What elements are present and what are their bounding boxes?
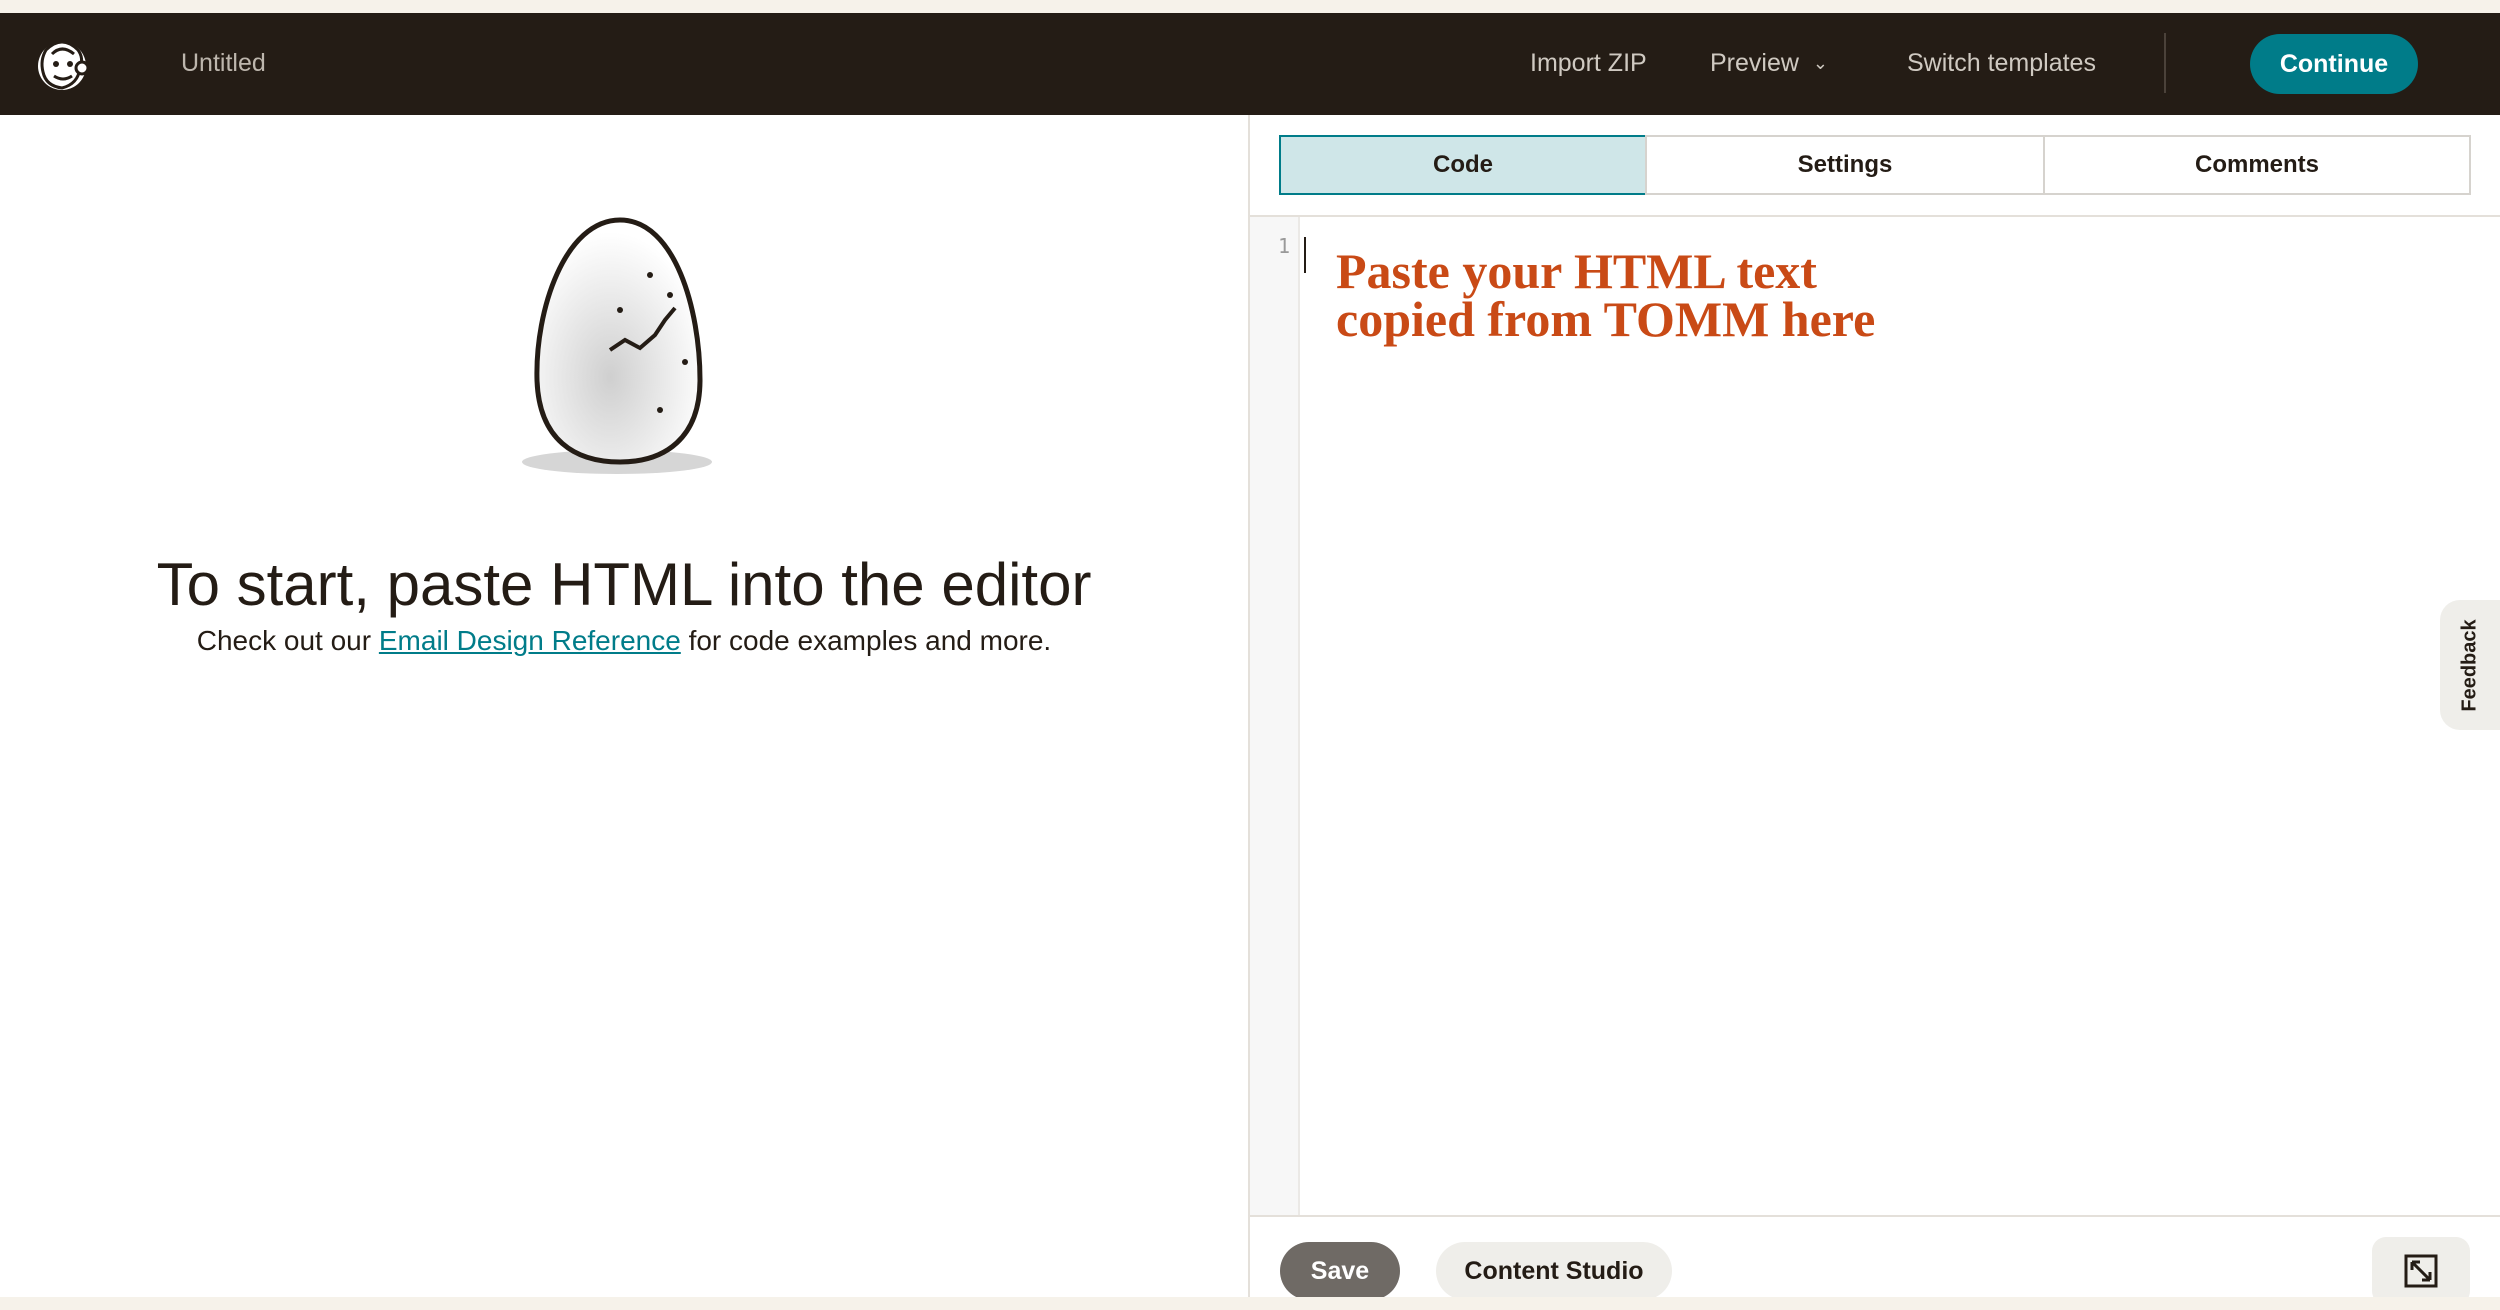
top-band bbox=[0, 0, 2500, 13]
app-header: Untitled Import ZIP Preview ⌄ Switch temp… bbox=[0, 13, 2500, 115]
header-divider bbox=[2164, 33, 2166, 93]
tabs-divider bbox=[1250, 215, 2500, 217]
editor-pane: Code Settings Comments 1 Paste your HTML… bbox=[1250, 115, 2500, 1305]
subtext-suffix: for code examples and more. bbox=[680, 625, 1052, 656]
feedback-label: Feedback bbox=[2458, 618, 2481, 712]
egg-illustration bbox=[522, 217, 712, 474]
text-cursor bbox=[1304, 237, 1306, 273]
empty-state-subtext: Check out our Email Design Reference for… bbox=[0, 625, 1248, 657]
feedback-tab[interactable]: Feedback bbox=[2440, 600, 2500, 730]
switch-templates-link[interactable]: Switch templates bbox=[1907, 49, 2096, 78]
footer-divider bbox=[1250, 1215, 2500, 1217]
continue-button[interactable]: Continue bbox=[2250, 34, 2418, 94]
bottom-strip bbox=[0, 1297, 2500, 1310]
tab-settings[interactable]: Settings bbox=[1645, 135, 2045, 195]
save-button[interactable]: Save bbox=[1280, 1242, 1400, 1300]
mailchimp-logo-icon[interactable] bbox=[26, 28, 98, 100]
tab-comments[interactable]: Comments bbox=[2043, 135, 2471, 195]
subtext-prefix: Check out our bbox=[196, 625, 379, 656]
empty-state-headline: To start, paste HTML into the editor bbox=[156, 551, 1092, 618]
line-number-gutter: 1 bbox=[1250, 217, 1300, 1217]
paste-instruction-note: Paste your HTML text copied from TOMM he… bbox=[1336, 243, 1876, 347]
import-zip-link[interactable]: Import ZIP bbox=[1530, 49, 1647, 78]
preview-pane: To start, paste HTML into the editor Che… bbox=[0, 115, 1248, 1297]
chevron-down-icon: ⌄ bbox=[1812, 53, 1829, 73]
email-design-reference-link[interactable]: Email Design Reference bbox=[379, 625, 681, 656]
preview-dropdown[interactable]: Preview ⌄ bbox=[1710, 49, 1828, 78]
expand-button[interactable] bbox=[2372, 1237, 2470, 1305]
content-studio-button[interactable]: Content Studio bbox=[1436, 1242, 1672, 1300]
tab-code[interactable]: Code bbox=[1279, 135, 1647, 195]
line-number: 1 bbox=[1277, 234, 1290, 258]
preview-label: Preview bbox=[1710, 49, 1799, 77]
expand-icon bbox=[2404, 1254, 2438, 1288]
document-title[interactable]: Untitled bbox=[181, 49, 266, 78]
